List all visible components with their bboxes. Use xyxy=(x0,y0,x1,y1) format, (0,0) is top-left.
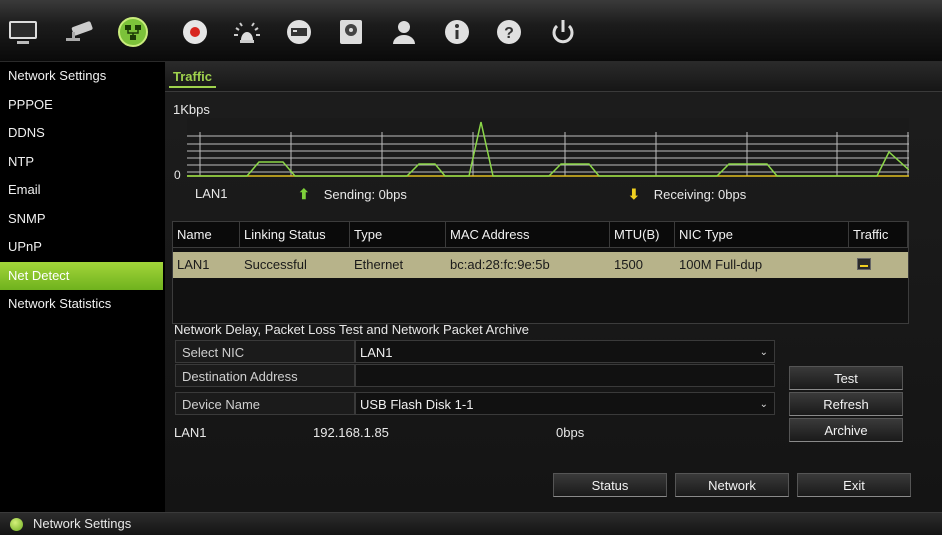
monitor-icon[interactable] xyxy=(6,16,40,48)
device-name-dropdown[interactable]: USB Flash Disk 1-1 ⌄ xyxy=(355,392,775,415)
select-nic-value: LAN1 xyxy=(360,345,393,360)
traffic-graph xyxy=(187,118,909,178)
exit-button[interactable]: Exit xyxy=(797,473,911,497)
col-header-mtu[interactable]: MTU(B) xyxy=(610,222,675,247)
col-header-nic-type[interactable]: NIC Type xyxy=(675,222,849,247)
status-bar: Network Settings xyxy=(0,512,942,535)
refresh-button[interactable]: Refresh xyxy=(789,392,903,416)
power-icon[interactable] xyxy=(546,16,580,48)
section-title: Network Delay, Packet Loss Test and Netw… xyxy=(174,322,530,337)
destination-row: Destination Address xyxy=(175,364,775,387)
chevron-down-icon: ⌄ xyxy=(759,399,768,410)
tab-traffic[interactable]: Traffic xyxy=(169,66,217,88)
svg-text:?: ? xyxy=(504,25,514,42)
col-header-type[interactable]: Type xyxy=(350,222,446,247)
network-button[interactable]: Network xyxy=(675,473,789,497)
info-icon[interactable] xyxy=(440,16,474,48)
storage-icon[interactable] xyxy=(334,16,368,48)
select-nic-dropdown[interactable]: LAN1 ⌄ xyxy=(355,340,775,363)
cell-traffic xyxy=(849,252,908,278)
sidebar-item-ntp[interactable]: NTP xyxy=(0,148,163,177)
cell-mtu: 1500 xyxy=(614,257,643,272)
sidebar-item-email[interactable]: Email xyxy=(0,176,163,205)
record-icon[interactable] xyxy=(178,16,212,48)
chevron-down-icon: ⌄ xyxy=(759,347,768,358)
col-header-name[interactable]: Name xyxy=(173,222,240,247)
receiving-legend: ⬇ Receiving: 0bps xyxy=(628,186,746,203)
chart-interface-label: LAN1 xyxy=(195,186,228,201)
sidebar-item-net-detect[interactable]: Net Detect xyxy=(0,261,163,290)
cell-type: Ethernet xyxy=(354,257,404,272)
alarm-icon[interactable] xyxy=(230,16,264,48)
sidebar-item-network-statistics[interactable]: Network Statistics xyxy=(0,290,163,319)
select-nic-label: Select NIC xyxy=(175,340,355,363)
status-button[interactable]: Status xyxy=(553,473,667,497)
tab-bar: Traffic xyxy=(165,62,942,92)
test-button[interactable]: Test xyxy=(789,366,903,390)
device-row: Device Name USB Flash Disk 1-1 ⌄ xyxy=(175,392,775,415)
status-indicator-icon xyxy=(10,518,23,531)
sending-rate: Sending: 0bps xyxy=(323,187,407,202)
sending-arrow-icon: ⬆ xyxy=(298,186,310,202)
sidebar: Network Settings PPPOE DDNS NTP Email SN… xyxy=(0,62,163,512)
info-rate: 0bps xyxy=(556,425,585,440)
sidebar-item-pppoe[interactable]: PPPOE xyxy=(0,91,163,120)
destination-label: Destination Address xyxy=(175,364,355,387)
device-icon[interactable] xyxy=(282,16,316,48)
col-header-traffic[interactable]: Traffic xyxy=(849,222,908,247)
col-header-mac[interactable]: MAC Address xyxy=(446,222,610,247)
device-name-value: USB Flash Disk 1-1 xyxy=(360,397,474,412)
info-interface: LAN1 xyxy=(174,425,207,440)
cell-mac: bc:ad:28:fc:9e:5b xyxy=(450,257,550,272)
status-text: Network Settings xyxy=(33,516,132,531)
cell-status: Successful xyxy=(244,257,307,272)
sidebar-item-upnp[interactable]: UPnP xyxy=(0,233,163,262)
main-toolbar: ? xyxy=(0,0,942,62)
traffic-graph-icon[interactable] xyxy=(857,258,871,270)
cell-nic-type: 100M Full-dup xyxy=(679,257,763,272)
select-nic-row: Select NIC LAN1 ⌄ xyxy=(175,340,775,363)
user-icon[interactable] xyxy=(387,16,421,48)
destination-address-input[interactable] xyxy=(355,364,775,387)
cell-name: LAN1 xyxy=(177,257,210,272)
sidebar-item-network-settings[interactable]: Network Settings xyxy=(0,62,163,91)
nic-table: Name Linking Status Type MAC Address MTU… xyxy=(172,221,909,324)
archive-button[interactable]: Archive xyxy=(789,418,903,442)
sidebar-item-ddns[interactable]: DDNS xyxy=(0,119,163,148)
chart-y-zero-label: 0 xyxy=(174,168,181,182)
receiving-arrow-icon: ⬇ xyxy=(628,186,640,202)
table-header: Name Linking Status Type MAC Address MTU… xyxy=(173,222,908,248)
main-panel: Traffic 1Kbps 0 LAN1 ⬆ Sending: 0bps ⬇ R xyxy=(165,62,942,512)
chart-interface-name: LAN1 xyxy=(195,186,228,201)
receiving-rate: Receiving: 0bps xyxy=(653,187,747,202)
table-row[interactable]: LAN1 Successful Ethernet bc:ad:28:fc:9e:… xyxy=(173,252,908,278)
sending-legend: ⬆ Sending: 0bps xyxy=(298,186,407,203)
network-icon[interactable] xyxy=(116,16,150,48)
device-name-label: Device Name xyxy=(175,392,355,415)
col-header-linking-status[interactable]: Linking Status xyxy=(240,222,350,247)
camera-icon[interactable] xyxy=(62,16,96,48)
info-ip-address: 192.168.1.85 xyxy=(313,425,389,440)
sidebar-item-snmp[interactable]: SNMP xyxy=(0,205,163,234)
chart-y-max-label: 1Kbps xyxy=(173,102,210,117)
help-icon[interactable]: ? xyxy=(492,16,526,48)
